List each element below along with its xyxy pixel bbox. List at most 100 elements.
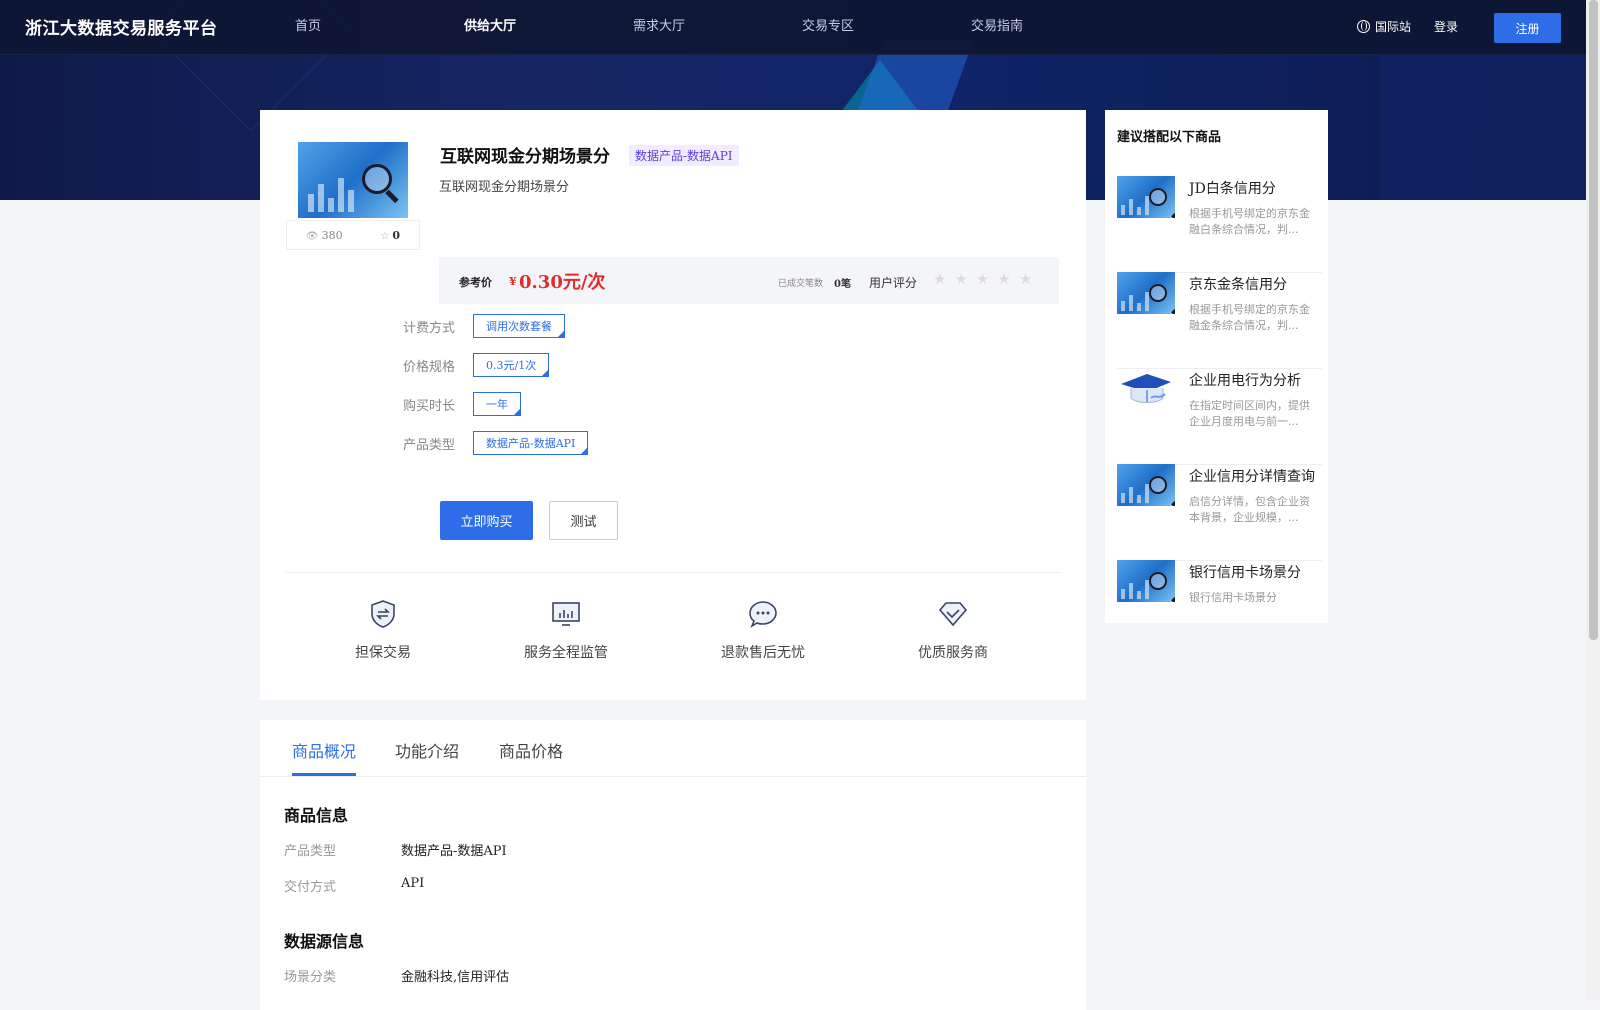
- feature-refund: 退款售后无忧: [703, 598, 823, 662]
- product-stats: 👁 380 ☆ 0: [286, 220, 420, 250]
- option-label: 购买时长: [403, 398, 456, 414]
- star-icon: ★: [975, 270, 990, 288]
- sidebar-title: 建议搭配以下商品: [1117, 130, 1222, 145]
- option-chip-spec[interactable]: 0.3元/1次: [473, 353, 550, 377]
- detail-value: 数据产品-数据API: [401, 844, 507, 859]
- star-icon: ★: [1018, 270, 1033, 288]
- recommendation-title[interactable]: 企业用电行为分析: [1189, 370, 1301, 390]
- price-bar: 参考价 ¥ 0.30元/次 已成交笔数 0笔 用户评分 ★ ★ ★ ★ ★: [439, 257, 1059, 304]
- star-icon: ★: [997, 270, 1011, 288]
- price-currency: ¥: [509, 275, 517, 288]
- register-button[interactable]: 注册: [1494, 13, 1561, 43]
- detail-key: 交付方式: [284, 880, 337, 895]
- tab-pricing[interactable]: 商品价格: [499, 738, 563, 762]
- shield-exchange-icon: [367, 598, 399, 630]
- data-magnifier-icon: [1117, 560, 1175, 602]
- recommendation-item[interactable]: 银行信用卡场景分 银行信用卡场景分: [1117, 560, 1322, 656]
- globe-icon: [1357, 20, 1370, 33]
- product-category-tag: 数据产品-数据API: [629, 145, 739, 166]
- recommendation-sidebar: 建议搭配以下商品 JD白条信用分 根据手机号绑定的京东金融白条综合情况，判...…: [1105, 110, 1328, 623]
- option-label: 产品类型: [403, 437, 456, 453]
- tab-bar: 商品概况 功能介绍 商品价格: [260, 720, 1086, 777]
- buy-now-button[interactable]: 立即购买: [440, 501, 533, 540]
- recommendation-desc: 根据手机号绑定的京东金融金条综合情况，判...: [1189, 303, 1310, 332]
- detail-row: 交付方式 API: [284, 876, 424, 895]
- feature-label: 优质服务商: [918, 645, 988, 661]
- recommendation-title[interactable]: JD白条信用分: [1189, 178, 1276, 198]
- recommendation-title[interactable]: 企业信用分详情查询: [1189, 466, 1315, 486]
- tab-overview[interactable]: 商品概况: [292, 738, 356, 762]
- tab-features[interactable]: 功能介绍: [395, 738, 459, 762]
- option-chip-type[interactable]: 数据产品-数据API: [473, 431, 589, 455]
- deals-label: 已成交笔数: [778, 279, 824, 289]
- eye-icon: 👁: [305, 230, 319, 242]
- feature-guarantee: 担保交易: [323, 598, 443, 662]
- recommendation-title[interactable]: 银行信用卡场景分: [1189, 562, 1301, 582]
- feature-label: 担保交易: [355, 645, 411, 661]
- detail-key: 场景分类: [284, 970, 337, 985]
- product-detail-card: 👁 380 ☆ 0 互联网现金分期场景分 数据产品-数据API 互联网现金分期场景分…: [260, 110, 1086, 700]
- recommendation-item[interactable]: 企业用电行为分析 在指定时间区间内，提供企业月度用电与前一...: [1117, 368, 1322, 465]
- option-spec: 价格规格 0.3元/1次: [403, 353, 550, 377]
- deals-value: 0笔: [834, 279, 851, 290]
- recommendation-desc: 银行信用卡场景分: [1189, 591, 1277, 604]
- data-magnifier-icon: [1117, 464, 1175, 506]
- recommendation-desc: 根据手机号绑定的京东金融白条综合情况，判...: [1189, 207, 1310, 236]
- international-site-label: 国际站: [1375, 20, 1412, 34]
- price-value: 0.30元/次: [519, 272, 606, 293]
- rating-stars: ★ ★ ★ ★ ★: [933, 270, 1032, 288]
- data-magnifier-icon: [1117, 272, 1175, 314]
- nav-demand-hall[interactable]: 需求大厅: [633, 0, 802, 54]
- rating-label: 用户评分: [869, 276, 918, 290]
- nav-supply-hall[interactable]: 供给大厅: [464, 0, 633, 54]
- option-label: 价格规格: [403, 359, 456, 375]
- favorite-count[interactable]: ☆ 0: [380, 229, 400, 242]
- recommendation-title[interactable]: 京东金条信用分: [1189, 274, 1287, 294]
- international-site-link[interactable]: 国际站: [1357, 18, 1411, 35]
- main-nav: 首页 供给大厅 需求大厅 交易专区 交易指南: [295, 0, 1140, 54]
- option-chip-billing[interactable]: 调用次数套餐: [473, 314, 565, 338]
- top-navigation-bar: 浙江大数据交易服务平台 首页 供给大厅 需求大厅 交易专区 交易指南 国际站 登…: [0, 0, 1586, 55]
- diamond-check-icon: [937, 598, 969, 630]
- divider: [286, 572, 1060, 573]
- star-icon: ★: [954, 270, 968, 288]
- recommendation-item[interactable]: 京东金条信用分 根据手机号绑定的京东金融金条综合情况，判...: [1117, 272, 1322, 369]
- page-scrollbar[interactable]: [1586, 0, 1600, 1000]
- recommendation-desc: 在指定时间区间内，提供企业月度用电与前一...: [1189, 399, 1310, 428]
- login-link[interactable]: 登录: [1434, 18, 1458, 35]
- product-description: 互联网现金分期场景分: [439, 180, 570, 195]
- product-thumbnail: [298, 142, 408, 218]
- feature-label: 退款售后无忧: [721, 645, 805, 661]
- feature-quality-provider: 优质服务商: [893, 598, 1013, 662]
- detail-key: 产品类型: [284, 844, 337, 859]
- test-button[interactable]: 测试: [549, 501, 618, 540]
- nav-home[interactable]: 首页: [295, 0, 464, 54]
- graduation-chart-icon: [1117, 368, 1175, 410]
- monitor-chart-icon: [550, 598, 582, 630]
- detail-row: 场景分类 金融科技,信用评估: [284, 966, 509, 985]
- detail-row: 产品类型 数据产品-数据API: [284, 840, 507, 859]
- nav-trade-guide[interactable]: 交易指南: [971, 0, 1140, 54]
- product-detail-tabs: 商品概况 功能介绍 商品价格 商品信息 产品类型 数据产品-数据API 交付方式…: [260, 720, 1086, 1010]
- star-icon: ★: [933, 270, 947, 288]
- recommendation-item[interactable]: 企业信用分详情查询 启信分详情，包含企业资本背景，企业规模，...: [1117, 464, 1322, 561]
- scrollbar-thumb[interactable]: [1589, 0, 1598, 640]
- recommendation-desc: 启信分详情，包含企业资本背景，企业规模，...: [1189, 495, 1310, 524]
- data-magnifier-icon: [298, 142, 408, 218]
- feature-supervision: 服务全程监管: [506, 598, 626, 662]
- option-type: 产品类型 数据产品-数据API: [403, 431, 589, 455]
- section-title-product-info: 商品信息: [284, 806, 349, 825]
- option-label: 计费方式: [403, 320, 456, 336]
- detail-value: API: [401, 876, 425, 891]
- section-title-data-source: 数据源信息: [284, 932, 365, 951]
- star-icon: ☆: [380, 230, 390, 242]
- chat-bubble-icon: [747, 598, 779, 630]
- price-label: 参考价: [459, 276, 492, 289]
- option-chip-duration[interactable]: 一年: [473, 392, 521, 416]
- feature-label: 服务全程监管: [524, 645, 608, 661]
- active-tab-indicator: [292, 773, 356, 776]
- recommendation-item[interactable]: JD白条信用分 根据手机号绑定的京东金融白条综合情况，判...: [1117, 176, 1322, 273]
- nav-trade-zone[interactable]: 交易专区: [802, 0, 971, 54]
- site-logo[interactable]: 浙江大数据交易服务平台: [25, 14, 218, 39]
- option-duration: 购买时长 一年: [403, 392, 521, 416]
